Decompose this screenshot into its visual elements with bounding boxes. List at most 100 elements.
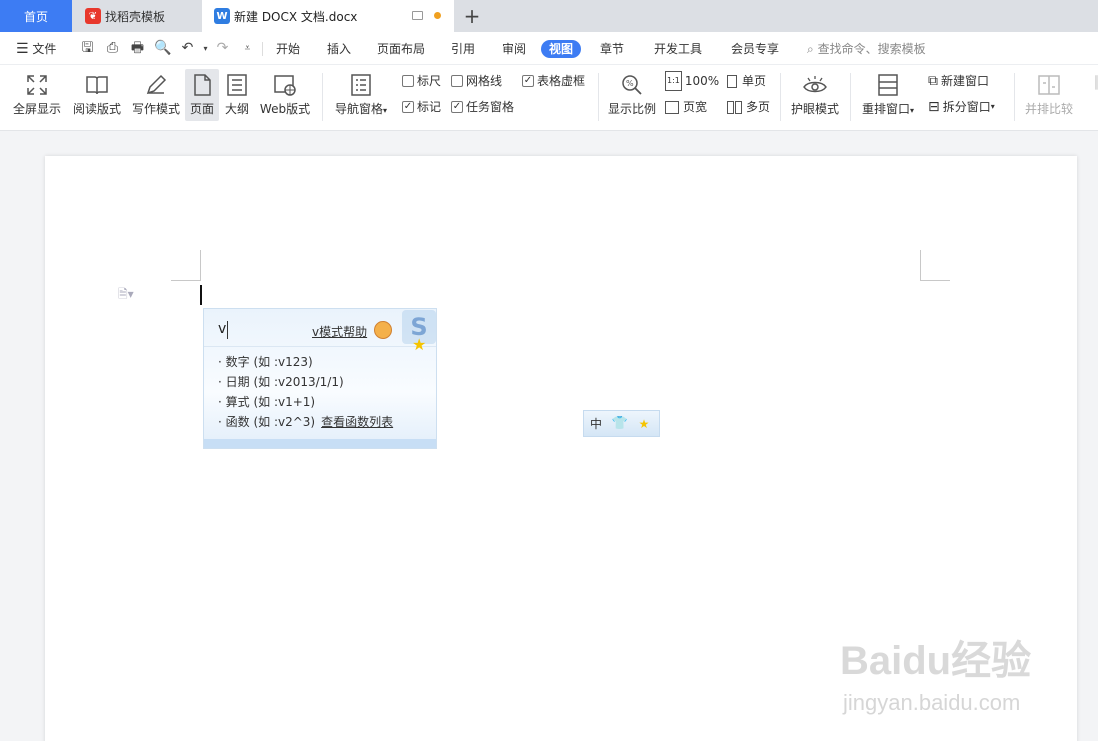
menu-review[interactable]: 审阅 — [502, 40, 526, 58]
command-search[interactable]: ⌕ 查找命令、搜索模板 — [807, 40, 926, 58]
ruler-checkbox[interactable]: 标尺 — [402, 72, 441, 90]
daoke-logo-icon: ❦ — [85, 8, 101, 24]
ime-status-bar[interactable]: 中 👕 ★ — [583, 410, 660, 437]
new-window-icon: ⧉ — [928, 73, 938, 89]
ime-hint-formula: · 算式 (如 :v1+1) — [218, 395, 316, 409]
sync-scroll-icon: ⫼ — [1086, 73, 1098, 97]
menu-view[interactable]: 视图 — [541, 40, 582, 58]
menu-divider — [262, 42, 263, 56]
ime-hint-date: · 日期 (如 :v2013/1/1) — [218, 375, 344, 389]
baidu-watermark: Baidu经验 — [840, 639, 1032, 683]
outline-icon — [225, 73, 249, 97]
eye-protection-button[interactable]: 护眼模式 — [788, 69, 842, 121]
undo-icon[interactable]: ↶ — [179, 40, 196, 57]
checkbox-box — [451, 75, 463, 87]
zoom-icon: % — [620, 73, 644, 97]
menu-chapter[interactable]: 章节 — [600, 40, 624, 58]
ime-caret — [227, 321, 228, 339]
marks-checkbox[interactable]: ✓ 标记 — [402, 98, 441, 116]
print-icon[interactable]: 🖶 — [129, 40, 146, 57]
writing-mode-button[interactable]: 写作模式 — [130, 69, 182, 121]
dropdown-arrow-icon: ▾ — [383, 106, 388, 115]
save-icon[interactable]: 🖫 — [79, 40, 96, 57]
file-menu[interactable]: ☰ 文件 — [16, 40, 56, 58]
ime-help-link[interactable]: v模式帮助 — [312, 323, 367, 340]
multi-page-button[interactable]: 多页 — [727, 98, 770, 116]
menu-page-layout[interactable]: 页面布局 — [377, 40, 425, 58]
fullscreen-button[interactable]: 全屏显示 — [10, 69, 64, 121]
undo-dropdown-icon[interactable]: ▾ — [197, 40, 214, 57]
hamburger-icon: ☰ — [16, 41, 29, 57]
reading-layout-button[interactable]: 阅读版式 — [70, 69, 124, 121]
ime-header: v v模式帮助 S ★ — [204, 309, 436, 354]
rearrange-windows-button[interactable]: 重排窗口▾ — [857, 69, 919, 121]
page-margin-marker-left — [171, 250, 201, 281]
unsaved-dot-icon[interactable] — [434, 12, 441, 19]
tab-document[interactable]: W 新建 DOCX 文档.docx — [202, 0, 454, 32]
ime-composition-text: v — [218, 321, 227, 337]
star-icon: ★ — [412, 335, 427, 354]
view-ribbon: 全屏显示 阅读版式 写作模式 页面 大纲 Web版式 导航窗格▾ 标尺 网格线 … — [0, 65, 1098, 131]
customize-toolbar-icon[interactable]: ⩡ — [239, 40, 256, 57]
monitor-icon[interactable] — [412, 11, 423, 20]
menu-home[interactable]: 开始 — [276, 40, 300, 58]
pencil-icon — [144, 73, 168, 97]
ribbon-divider — [850, 73, 851, 121]
tab-daoke-templates[interactable]: ❦ 找稻壳模板 — [73, 0, 201, 32]
ime-logo-star-icon[interactable]: ★ — [632, 417, 656, 431]
multi-page-icon — [727, 100, 734, 114]
open-book-icon — [85, 73, 109, 97]
export-pdf-icon[interactable]: ⎙ — [104, 40, 121, 57]
tab-home[interactable]: 首页 — [0, 0, 72, 32]
gridlines-checkbox[interactable]: 网格线 — [451, 72, 502, 90]
menu-insert[interactable]: 插入 — [327, 40, 351, 58]
ime-v-mode-popup: v v模式帮助 S ★ · 数字 (如 :v123) · 日期 (如 :v201… — [203, 308, 437, 449]
multi-page-icon — [735, 100, 742, 114]
outline-button[interactable]: 大纲 — [222, 69, 252, 121]
checkmark-icon: ✓ — [522, 75, 534, 87]
ime-language-toggle[interactable]: 中 — [584, 415, 608, 432]
tab-bar: 首页 ❦ 找稻壳模板 W 新建 DOCX 文档.docx + — [0, 0, 1098, 32]
page-width-button[interactable]: 页宽 — [665, 98, 707, 116]
side-by-side-button[interactable]: 并排比较 — [1022, 69, 1076, 121]
function-list-link[interactable]: 查看函数列表 — [321, 415, 393, 429]
menu-member[interactable]: 会员专享 — [731, 40, 779, 58]
rearrange-windows-icon — [876, 73, 900, 97]
checkbox-box — [402, 75, 414, 87]
new-tab-button[interactable]: + — [460, 0, 484, 32]
search-icon: ⌕ — [807, 42, 814, 56]
menu-references[interactable]: 引用 — [451, 40, 475, 58]
new-window-button[interactable]: ⧉ 新建窗口 — [928, 72, 989, 90]
navigation-pane-icon — [349, 73, 373, 97]
zoom-button[interactable]: % 显示比例 — [606, 69, 658, 121]
fullscreen-icon — [25, 73, 49, 97]
navigation-pane-button[interactable]: 导航窗格▾ — [330, 69, 392, 121]
side-by-side-icon — [1037, 73, 1061, 97]
split-window-button[interactable]: ⊟ 拆分窗口 ▾ — [928, 98, 995, 116]
paragraph-layout-icon[interactable]: 🗎▾ — [118, 285, 134, 306]
web-layout-button[interactable]: Web版式 — [258, 69, 312, 121]
web-page-icon — [273, 73, 297, 97]
shirt-icon[interactable]: 👕 — [608, 416, 632, 431]
redo-icon[interactable]: ↷ — [214, 40, 231, 57]
ime-footer — [204, 439, 436, 448]
ime-skin-emoji-icon[interactable] — [374, 321, 392, 339]
plus-icon: + — [463, 4, 481, 28]
checkmark-icon: ✓ — [402, 101, 414, 113]
sync-scroll-button[interactable]: ⫼ — [1082, 69, 1098, 121]
dropdown-arrow-icon: ▾ — [910, 106, 915, 115]
dropdown-arrow-icon: ▾ — [990, 102, 995, 111]
menu-developer[interactable]: 开发工具 — [654, 40, 702, 58]
task-pane-checkbox[interactable]: ✓ 任务窗格 — [451, 98, 514, 116]
print-preview-icon[interactable]: 🔍 — [154, 40, 171, 57]
table-gridlines-checkbox[interactable]: ✓ 表格虚框 — [522, 72, 585, 90]
single-page-button[interactable]: 单页 — [727, 72, 766, 90]
single-page-icon — [727, 74, 737, 88]
baidu-watermark-url: jingyan.baidu.com — [843, 690, 1021, 715]
ribbon-divider — [1014, 73, 1015, 121]
checkmark-icon: ✓ — [451, 101, 463, 113]
menu-bar: ☰ 文件 🖫 ⎙ 🖶 🔍 ↶ ▾ ↷ ⩡ 开始 插入 页面布局 引用 审阅 视图… — [0, 32, 1098, 65]
page-view-button[interactable]: 页面 — [185, 69, 219, 121]
ime-hint-function: · 函数 (如 :v2^3) 查看函数列表 — [218, 415, 394, 429]
zoom-100-button[interactable]: 1:1 100% — [665, 71, 719, 91]
